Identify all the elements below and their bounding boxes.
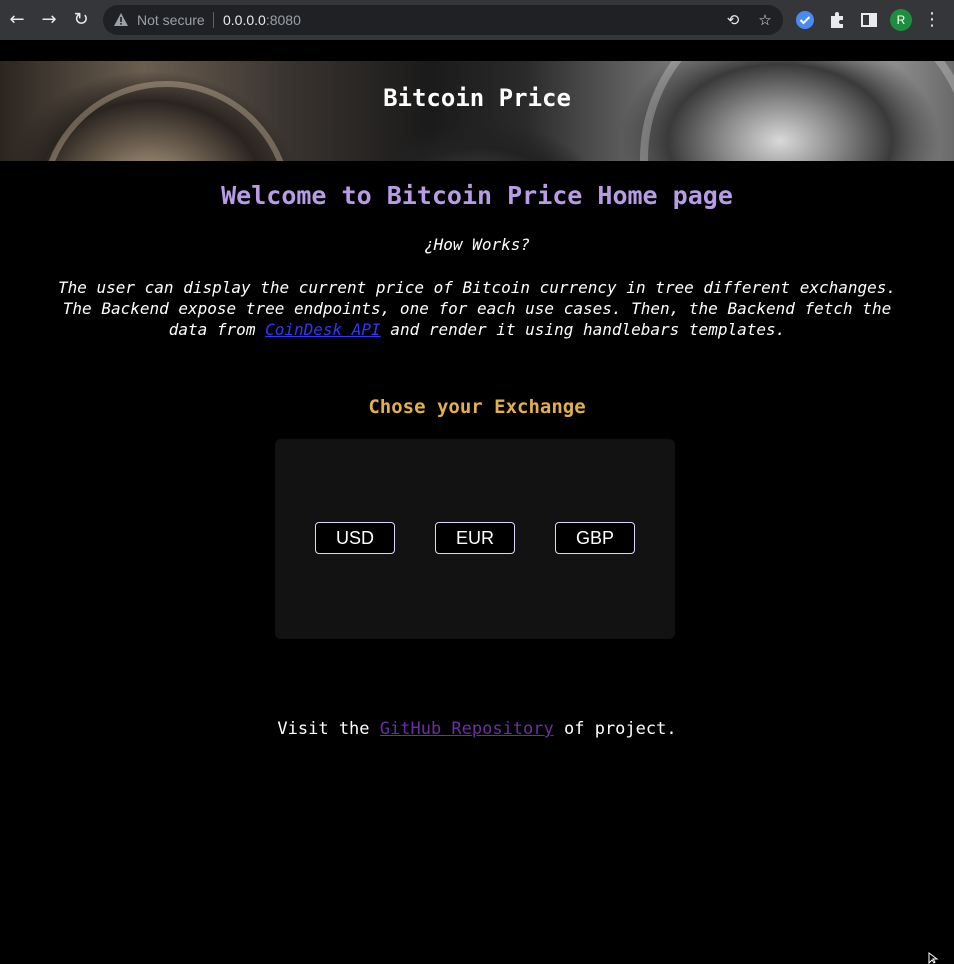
- footer-suffix: of project.: [553, 719, 677, 739]
- reload-icon[interactable]: ↻: [69, 8, 93, 32]
- warning-icon[interactable]: [113, 12, 129, 28]
- menu-dots-icon[interactable]: ⋮: [922, 8, 942, 32]
- security-label: Not secure: [137, 12, 205, 28]
- header-banner: Bitcoin Price: [0, 61, 954, 161]
- footer-text: Visit the GitHub Repository of project.: [0, 719, 954, 739]
- page-title: Bitcoin Price: [383, 84, 571, 112]
- eur-button[interactable]: EUR: [435, 522, 515, 554]
- url-host: 0.0.0.0: [223, 12, 266, 28]
- star-icon[interactable]: ☆: [755, 10, 775, 30]
- description-paragraph: The user can display the current price o…: [40, 277, 914, 340]
- footer-prefix: Visit the: [277, 719, 380, 739]
- extension-check-icon[interactable]: [795, 10, 815, 30]
- back-arrow-icon[interactable]: ←: [5, 8, 29, 32]
- coindesk-api-link[interactable]: CoinDesk API: [265, 320, 381, 339]
- url-text[interactable]: 0.0.0.0:8080: [223, 12, 301, 28]
- url-port: :8080: [265, 12, 301, 28]
- gbp-button[interactable]: GBP: [555, 522, 635, 554]
- profile-avatar[interactable]: R: [890, 9, 912, 31]
- puzzle-icon[interactable]: [827, 10, 847, 30]
- usd-button[interactable]: USD: [315, 522, 395, 554]
- side-panel-icon[interactable]: [859, 10, 879, 30]
- mouse-cursor-icon: [928, 952, 939, 964]
- forward-arrow-icon[interactable]: →: [37, 8, 61, 32]
- share-icon[interactable]: ⟲: [723, 10, 743, 30]
- browser-toolbar: ← → ↻ Not secure 0.0.0.0:8080 ⟲ ☆ R ⋮: [0, 0, 954, 40]
- welcome-heading: Welcome to Bitcoin Price Home page: [221, 181, 733, 210]
- page-top-strip: [0, 40, 954, 61]
- description-text: and render it using handlebars templates…: [380, 320, 786, 339]
- how-works-heading: ¿How Works?: [424, 235, 530, 254]
- exchange-panel: USD EUR GBP: [275, 439, 675, 639]
- github-repository-link[interactable]: GitHub Repository: [380, 719, 554, 739]
- address-bar[interactable]: Not secure 0.0.0.0:8080 ⟲ ☆: [103, 5, 783, 35]
- exchange-heading: Chose your Exchange: [368, 396, 586, 418]
- divider: [213, 12, 214, 28]
